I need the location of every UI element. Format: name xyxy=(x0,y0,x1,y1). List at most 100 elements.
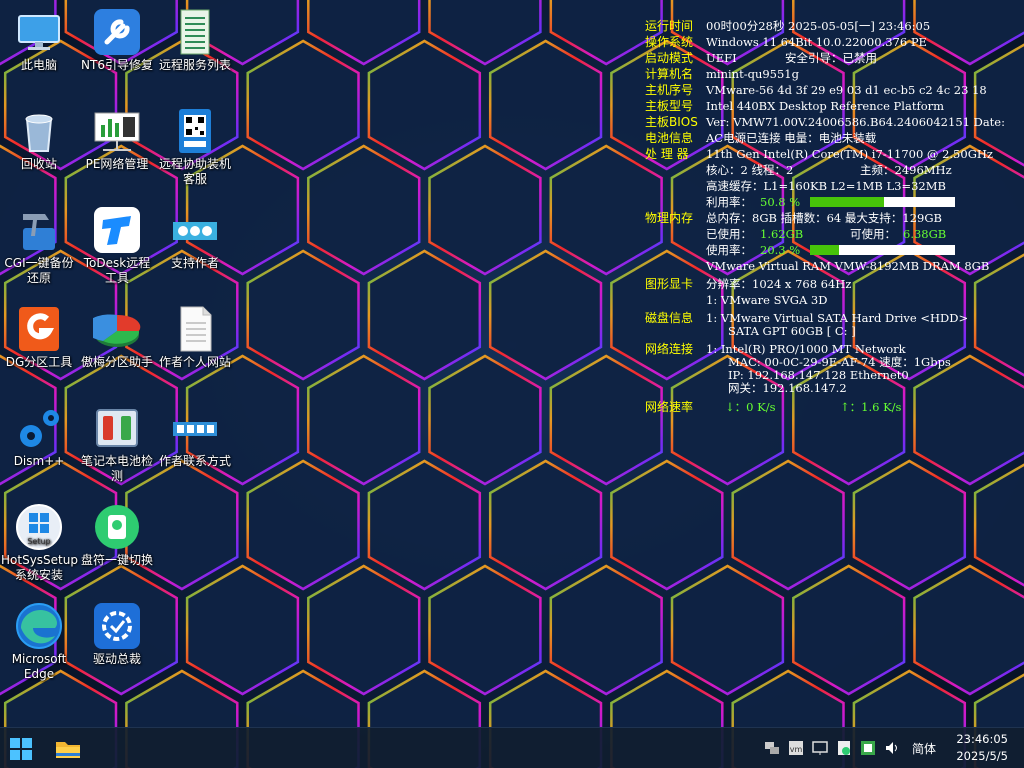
desktop-icon-author-contact[interactable]: 作者联系方式 xyxy=(156,400,234,469)
vm-tools-tray-icon[interactable]: vm xyxy=(788,740,804,756)
desktop-icon-pe-network[interactable]: PE网络管理 xyxy=(78,103,156,172)
setup-disc-icon: Setup xyxy=(15,503,63,551)
cpu-usage-row: 利用率： 50.8 % xyxy=(645,194,1024,210)
serial-value: VMware-56 4d 3f 29 e9 03 d1 ec-b5 c2 4c … xyxy=(706,83,987,97)
speed-up: ↑：1.6 K/s xyxy=(840,400,902,414)
desktop-icon-recycle-bin[interactable]: 回收站 xyxy=(0,103,78,172)
banner-image-icon xyxy=(171,206,219,254)
mem-usage-value: 20.3 % xyxy=(760,243,801,257)
gpu-resolution: 分辨率：1024 x 768 64Hz xyxy=(706,277,852,291)
ime-indicator[interactable]: 简体 xyxy=(912,740,936,757)
board-row: 主板型号 Intel 440BX Desktop Reference Platf… xyxy=(645,98,1024,114)
desktop-icon-label: 此电脑 xyxy=(20,58,57,72)
pie-disk-icon xyxy=(85,305,141,353)
document-list-icon xyxy=(171,8,219,56)
desktop-icon-battery-test[interactable]: 笔记本电池检测 xyxy=(78,400,156,484)
mem-free-value: 6.38GB xyxy=(903,227,947,241)
desktop-icon-cgi-backup[interactable]: CGI一键备份还原 xyxy=(0,202,78,286)
document-icon xyxy=(171,305,219,353)
desktop-icon-edge[interactable]: Microsoft Edge xyxy=(0,598,78,682)
net-gateway: 网关：192.168.147.2 xyxy=(728,381,847,395)
bios-value: Ver: VMW71.00V.24006586.B64.2406042151 D… xyxy=(706,115,1005,129)
gpu-name-row: 1: VMware SVGA 3D xyxy=(645,292,1024,308)
cpu-usage-value: 50.8 % xyxy=(760,195,801,209)
uptime-key: 运行时间 xyxy=(645,19,694,33)
boot-value: UEFI xyxy=(706,51,737,65)
svg-text:Setup: Setup xyxy=(27,537,50,546)
mem-usage-row: 使用率： 20.3 % xyxy=(645,242,1024,258)
desktop-icon-label: 作者个人网站 xyxy=(158,355,231,369)
qr-code-icon xyxy=(171,107,219,155)
mem-used-value: 1.62GB xyxy=(760,227,804,241)
os-value: Windows 11 64Bit 10.0.22000.376 PE xyxy=(706,35,927,49)
cpu-usage-bar xyxy=(810,197,955,207)
gpu-key: 图形显卡 xyxy=(645,277,694,291)
battery-row: 电池信息 AC电源已连接 电量：电池未装载 xyxy=(645,130,1024,146)
pc-name-value: minint-qu9551g xyxy=(706,67,799,81)
cpu-cache: 高速缓存：L1=160KB L2=1MB L3=32MB xyxy=(706,179,946,193)
desktop-icon-remote-assist[interactable]: 远程协助装机客服 xyxy=(156,103,234,187)
taskbar: vm 简体 23:46:05 2025/5/5 xyxy=(0,727,1024,768)
desktop-icon-aomei-partition[interactable]: 傲梅分区助手 xyxy=(78,301,156,370)
cpu-usage-label: 利用率： xyxy=(706,195,752,209)
remote-tray-icon[interactable] xyxy=(812,740,828,756)
speed-key: 网络速率 xyxy=(645,400,694,414)
desktop-icon-dism[interactable]: Dism++ xyxy=(0,400,78,469)
battery-value: AC电源已连接 电量：电池未装载 xyxy=(706,131,877,145)
clock-time: 23:46:05 xyxy=(956,732,1008,746)
mem-total: 总内存：8GB 插槽数：64 最大支持：129GB xyxy=(706,211,942,225)
desktop-icon-label: 远程协助装机客服 xyxy=(158,157,231,186)
secure-boot-value: 安全引导：已禁用 xyxy=(785,51,877,65)
edge-browser-icon xyxy=(15,602,63,650)
desktop-icon-driver-master[interactable]: 驱动总裁 xyxy=(78,598,156,667)
desktop-icon-this-pc[interactable]: 此电脑 xyxy=(0,4,78,73)
volume-icon[interactable] xyxy=(884,740,900,756)
desktop-icon-label: 盘符一键切换 xyxy=(80,553,153,567)
desktop-icon-support-author[interactable]: 支持作者 xyxy=(156,202,234,271)
desktop-icon-label: ToDesk远程工具 xyxy=(83,256,151,285)
windows-logo-icon xyxy=(10,738,32,760)
diskgenius-icon xyxy=(15,305,63,353)
mem-module-row: VMware Virtual RAM VMW-8192MB DRAM 8GB xyxy=(645,258,1024,274)
taskbar-clock[interactable]: 23:46:05 2025/5/5 xyxy=(956,731,1008,765)
driver-gear-icon xyxy=(93,602,141,650)
desktop-icon-label: 笔记本电池检测 xyxy=(80,454,153,483)
desktop-icon-author-website[interactable]: 作者个人网站 xyxy=(156,301,234,370)
network-tray-icon[interactable] xyxy=(764,740,780,756)
battery-key: 电池信息 xyxy=(645,131,694,145)
desktop-icon-nt6-boot-repair[interactable]: NT6引导修复 xyxy=(78,4,156,73)
mem-total-row: 物理内存 总内存：8GB 插槽数：64 最大支持：129GB xyxy=(645,210,1024,226)
net-speed-row: 网络速率 ↓：0 K/s ↑：1.6 K/s xyxy=(645,399,1024,415)
desktop-icon-hotsyssetup[interactable]: Setup HotSysSetup系统安装 xyxy=(0,499,78,583)
desktop-icon-remote-service-list[interactable]: 远程服务列表 xyxy=(156,4,234,73)
todesk-icon xyxy=(93,206,141,254)
desktop-icon-label: Microsoft Edge xyxy=(11,652,67,681)
hammer-toolbox-icon xyxy=(15,206,63,254)
file-explorer-button[interactable] xyxy=(54,736,82,762)
cpu-key: 处 理 器 xyxy=(645,147,689,161)
desktop-icon-dg-partition[interactable]: DG分区工具 xyxy=(0,301,78,370)
start-button[interactable] xyxy=(8,736,34,762)
contact-banner-icon xyxy=(171,404,219,452)
desktop-icon-label: 傲梅分区助手 xyxy=(80,355,153,369)
network-monitor-icon xyxy=(93,107,141,155)
boot-row: 启动模式 UEFI 安全引导：已禁用 xyxy=(645,50,1024,66)
mem-free-label: 可使用： xyxy=(850,227,896,241)
security-tray-icon[interactable] xyxy=(836,740,852,756)
speed-down: ↓：0 K/s xyxy=(725,400,776,414)
desktop-icon-label: NT6引导修复 xyxy=(81,58,153,72)
desktop-icon-label: DG分区工具 xyxy=(5,355,73,369)
drive-tray-icon[interactable] xyxy=(860,740,876,756)
wrench-icon xyxy=(93,8,141,56)
gpu-row: 图形显卡 分辨率：1024 x 768 64Hz xyxy=(645,276,1024,292)
mem-used-row: 已使用： 1.62GB 可使用： 6.38GB xyxy=(645,226,1024,242)
mem-usage-fill xyxy=(810,245,840,255)
desktop-icon-drive-letter-switch[interactable]: 盘符一键切换 xyxy=(78,499,156,568)
battery-icon xyxy=(93,404,141,452)
disk-detail: SATA GPT 60GB [ C: ] xyxy=(728,324,856,338)
mem-usage-bar xyxy=(810,245,955,255)
desktop-icon-label: PE网络管理 xyxy=(85,157,149,171)
net-gateway-row: 网关：192.168.147.2 xyxy=(645,380,1024,396)
mem-used-label: 已使用： xyxy=(706,227,752,241)
desktop-icon-todesk[interactable]: ToDesk远程工具 xyxy=(78,202,156,286)
